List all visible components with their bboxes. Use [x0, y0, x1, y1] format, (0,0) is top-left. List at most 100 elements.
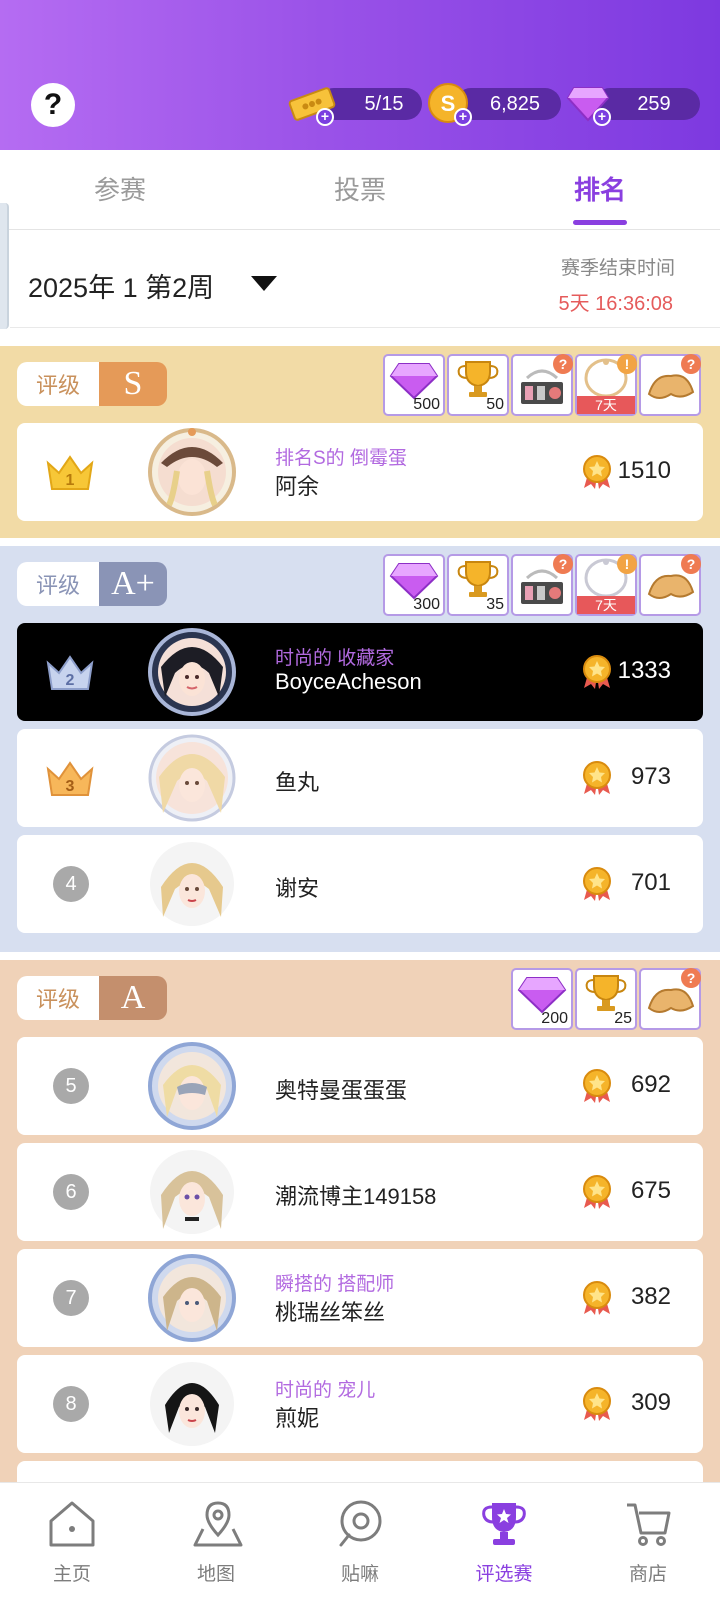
info-icon[interactable]: ?	[681, 968, 701, 988]
nav-contest[interactable]: 评选赛	[432, 1483, 576, 1600]
nav-label: 评选赛	[475, 1564, 533, 1585]
avatar[interactable]	[147, 627, 237, 717]
grade-label: 评级	[17, 562, 99, 606]
grade-value: A	[99, 976, 167, 1020]
info-icon[interactable]: ?	[681, 554, 701, 574]
player-title: 瞬搭的 搭配师	[275, 1274, 395, 1295]
medal-icon	[580, 1280, 614, 1321]
ranking-row[interactable]: 6 潮流博主149158 675	[17, 1143, 703, 1241]
grade-value: S	[99, 362, 167, 406]
reward-count: 35	[486, 596, 504, 613]
nav-label: 贴嘛	[340, 1564, 379, 1585]
reward-trophy[interactable]: 25	[575, 968, 637, 1030]
rank-number: 4	[53, 866, 89, 902]
ranking-row[interactable]: 7 瞬搭的 搭配师 桃瑞丝笨丝 382	[17, 1249, 703, 1347]
reward-fortune-cookie[interactable]: ?	[639, 554, 701, 616]
reward-trophy[interactable]: 50	[447, 354, 509, 416]
reward-makeup-box[interactable]: ?	[511, 554, 573, 616]
player-name: 潮流博主149158	[275, 1184, 437, 1209]
reward-necklace[interactable]: ! 7天	[575, 354, 637, 416]
reward-trophy[interactable]: 35	[447, 554, 509, 616]
home-icon	[49, 1501, 95, 1547]
player-score: 309	[630, 1389, 671, 1416]
avatar[interactable]	[147, 839, 237, 929]
svg-text:3: 3	[66, 778, 75, 795]
player-score: 675	[630, 1177, 671, 1204]
player-score: 1510	[617, 457, 671, 484]
ranking-row[interactable]: 4 谢安 701	[17, 835, 703, 933]
crown-bronze-icon: 3	[45, 757, 95, 804]
bottom-nav: 主页 地图 贴嘛 评选赛 商店	[0, 1482, 720, 1600]
ticket-plus-icon[interactable]: +	[316, 108, 334, 126]
nav-community[interactable]: 贴嘛	[288, 1483, 432, 1600]
grade-badge: 评级 A+	[17, 562, 167, 606]
coin-count: 6,825	[489, 92, 541, 115]
avatar[interactable]	[147, 1041, 237, 1131]
top-bar: ? 5/15 + 6,825 S + 259 +	[0, 0, 720, 150]
rank-number: 6	[53, 1174, 89, 1210]
player-score: 973	[630, 763, 671, 790]
avatar[interactable]	[147, 427, 237, 517]
reward-timer: 7天	[577, 596, 635, 614]
week-selector[interactable]: 2025年 1 第2周	[28, 266, 214, 305]
reward-gem[interactable]: 500	[383, 354, 445, 416]
tab-vote[interactable]: 投票	[300, 170, 420, 207]
nav-label: 商店	[628, 1564, 667, 1585]
coin-plus-icon[interactable]: +	[454, 108, 472, 126]
avatar[interactable]	[147, 733, 237, 823]
nav-shop[interactable]: 商店	[576, 1483, 720, 1600]
info-icon[interactable]: ?	[553, 354, 573, 374]
reward-fortune-cookie[interactable]: ?	[639, 968, 701, 1030]
dropdown-arrow-icon[interactable]	[251, 276, 277, 291]
info-icon[interactable]: !	[617, 354, 637, 374]
player-score: 1333	[617, 657, 671, 684]
avatar[interactable]	[147, 1147, 237, 1237]
medal-icon	[580, 1386, 614, 1427]
nav-label: 主页	[52, 1564, 91, 1585]
trophy-icon	[482, 1503, 526, 1545]
grade-badge: 评级 S	[17, 362, 167, 406]
reward-gem[interactable]: 300	[383, 554, 445, 616]
rank-number: 5	[53, 1068, 89, 1104]
tab-ranking[interactable]: 排名	[540, 170, 660, 207]
nav-map[interactable]: 地图	[144, 1483, 288, 1600]
side-drawer-handle[interactable]	[0, 203, 9, 329]
reward-makeup-box[interactable]: ?	[511, 354, 573, 416]
ranking-row[interactable]: 8 时尚的 宠儿 煎妮 309	[17, 1355, 703, 1453]
tab-enter[interactable]: 参赛	[60, 170, 180, 207]
info-icon[interactable]: !	[617, 554, 637, 574]
reward-necklace[interactable]: ! 7天	[575, 554, 637, 616]
ranking-row[interactable]: 3 鱼丸 973	[17, 729, 703, 827]
info-icon[interactable]: ?	[681, 354, 701, 374]
gem-plus-icon[interactable]: +	[593, 108, 611, 126]
info-icon[interactable]: ?	[553, 554, 573, 574]
player-name: 桃瑞丝笨丝	[275, 1300, 386, 1325]
avatar[interactable]	[147, 1253, 237, 1343]
player-name: 鱼丸	[275, 770, 320, 795]
ranking-row[interactable]: 1 排名S的 倒霉蛋 阿余 1510	[17, 423, 703, 521]
player-name: 煎妮	[275, 1406, 320, 1431]
rank-number: 8	[53, 1386, 89, 1422]
crown-gold-icon: 1	[45, 451, 95, 498]
player-score: 382	[630, 1283, 671, 1310]
ranking-row[interactable]: 5 奥特曼蛋蛋蛋 692	[17, 1037, 703, 1135]
cart-icon	[627, 1503, 671, 1546]
ranking-row-current-user[interactable]: 2 时尚的 收藏家 BoyceAcheson 1333	[17, 623, 703, 721]
reward-fortune-cookie[interactable]: ?	[639, 354, 701, 416]
svg-text:S: S	[441, 91, 456, 116]
player-name: 阿余	[275, 474, 320, 499]
reward-gem[interactable]: 200	[511, 968, 573, 1030]
help-button[interactable]: ?	[31, 83, 75, 127]
tab-bar: 参赛 投票 排名	[0, 150, 720, 230]
player-title: 时尚的 收藏家	[275, 648, 395, 669]
player-name: 谢安	[275, 876, 320, 901]
medal-icon	[580, 1174, 614, 1215]
player-name: BoyceAcheson	[275, 669, 422, 694]
player-title: 排名S的 倒霉蛋	[275, 448, 407, 469]
avatar[interactable]	[147, 1359, 237, 1449]
divider	[10, 327, 720, 328]
nav-home[interactable]: 主页	[0, 1483, 144, 1600]
player-name: 奥特曼蛋蛋蛋	[275, 1078, 408, 1103]
svg-text:2: 2	[66, 672, 75, 689]
tab-active-indicator	[573, 220, 627, 225]
